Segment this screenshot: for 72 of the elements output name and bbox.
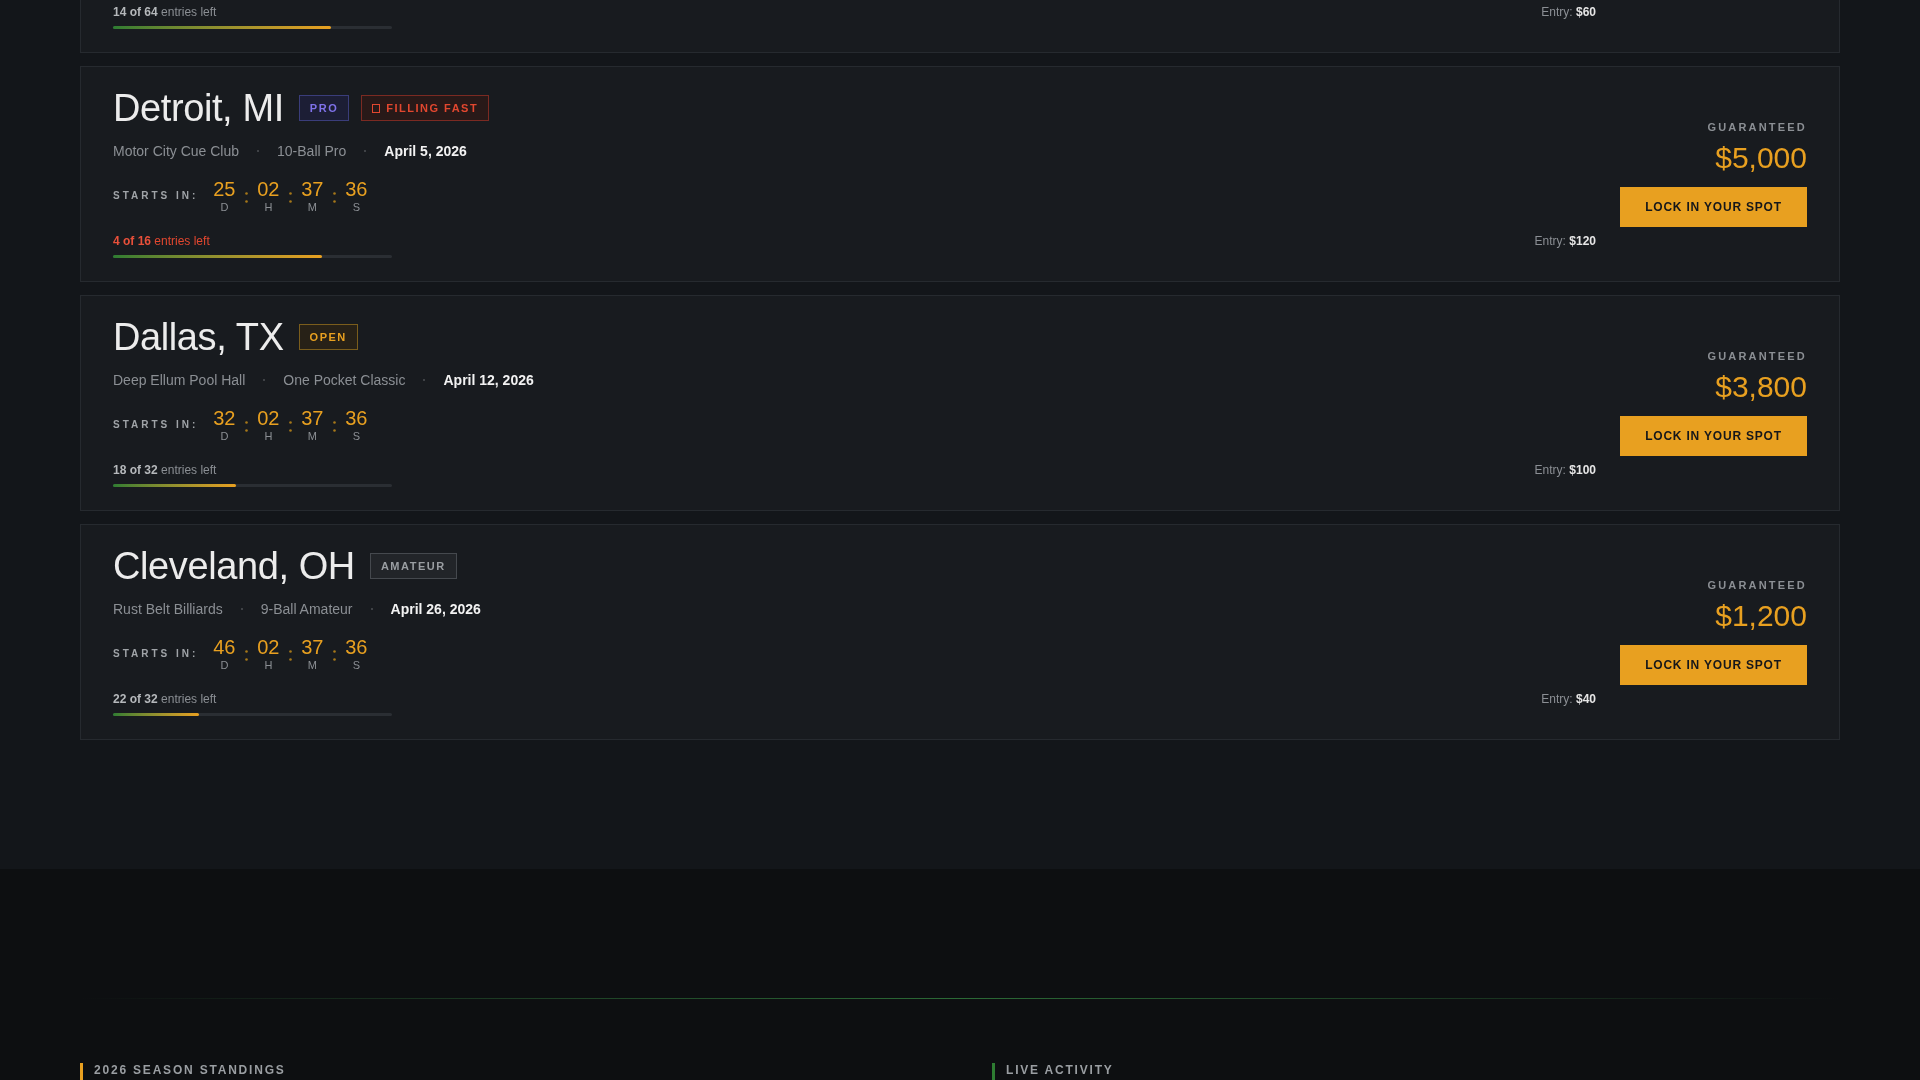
prize-label: GUARANTEED: [1707, 578, 1807, 592]
countdown-unit: D: [220, 431, 229, 442]
game-format: 10-Ball Pro: [277, 142, 347, 161]
colon-icon: [244, 192, 248, 203]
countdown-value: 46: [213, 637, 236, 657]
countdown-value: 25: [213, 179, 236, 199]
countdown-unit: H: [264, 660, 273, 671]
entries-left: 18 of 32 entries left: [113, 462, 218, 478]
event-date: April 5, 2026: [384, 142, 467, 161]
lock-in-button[interactable]: LOCK IN YOUR SPOT: [1620, 187, 1807, 227]
colon-icon: [288, 421, 292, 432]
colon-icon: [288, 650, 292, 661]
countdown-value: 32: [213, 408, 236, 428]
prize-amount: $5,000: [1715, 143, 1807, 173]
colon-icon: [288, 192, 292, 203]
lock-in-button[interactable]: LOCK IN YOUR SPOT: [1620, 416, 1807, 456]
lock-in-button[interactable]: LOCK IN YOUR SPOT: [1620, 645, 1807, 685]
countdown-value: 36: [345, 637, 368, 657]
entry-fee: Entry: $100: [1534, 462, 1596, 478]
status-badge: FILLING FAST: [361, 95, 490, 121]
countdown-value: 36: [345, 179, 368, 199]
entry-fee: Entry: $120: [1534, 233, 1596, 249]
section-heading: 2026 SEASON STANDINGS: [94, 1063, 286, 1077]
countdown-value: 37: [301, 637, 324, 657]
countdown-value: 02: [257, 637, 280, 657]
city-title: Detroit, MI: [113, 89, 284, 127]
prize-amount: $3,800: [1715, 372, 1807, 402]
game-format: One Pocket Classic: [283, 371, 406, 390]
countdown-label: STARTS IN:: [113, 647, 199, 661]
venue-name: Rust Belt Billiards: [113, 600, 223, 619]
countdown-label: STARTS IN:: [113, 189, 199, 203]
section-heading: LIVE ACTIVITY: [1006, 1063, 1114, 1077]
countdown-value: 02: [257, 408, 280, 428]
event-date: April 26, 2026: [390, 600, 481, 619]
event-date: April 12, 2026: [443, 371, 534, 390]
countdown-unit: D: [220, 202, 229, 213]
countdown-value: 36: [345, 408, 368, 428]
venue-name: Motor City Cue Club: [113, 142, 240, 161]
square-icon: [372, 103, 381, 113]
colon-icon: [332, 192, 336, 203]
countdown-unit: H: [264, 431, 273, 442]
game-format: 9-Ball Amateur: [260, 600, 353, 619]
countdown-unit: M: [307, 202, 317, 213]
status-badge: OPEN: [298, 324, 358, 350]
venue-name: Deep Ellum Pool Hall: [113, 371, 246, 390]
entry-fee: Entry: $60: [1541, 4, 1596, 20]
colon-icon: [244, 650, 248, 661]
prize-label: GUARANTEED: [1707, 120, 1807, 134]
prize-label: GUARANTEED: [1707, 349, 1807, 363]
countdown-value: 37: [301, 408, 324, 428]
colon-icon: [332, 650, 336, 661]
status-badge: PRO: [298, 95, 350, 121]
countdown-unit: H: [264, 202, 273, 213]
countdown-unit: S: [352, 431, 361, 442]
countdown-unit: M: [307, 660, 317, 671]
status-badge: AMATEUR: [369, 553, 457, 579]
colon-icon: [332, 421, 336, 432]
entries-left: 4 of 16 entries left: [113, 233, 211, 249]
prize-amount: $1,200: [1715, 601, 1807, 631]
countdown-unit: S: [352, 202, 361, 213]
countdown-unit: S: [352, 660, 361, 671]
colon-icon: [244, 421, 248, 432]
countdown-unit: D: [220, 660, 229, 671]
countdown-value: 02: [257, 179, 280, 199]
city-title: Dallas, TX: [113, 318, 284, 356]
entries-left: 22 of 32 entries left: [113, 691, 218, 707]
entry-fee: Entry: $40: [1541, 691, 1596, 707]
countdown-unit: M: [307, 431, 317, 442]
entries-left: 14 of 64 entries left: [113, 4, 218, 20]
city-title: Cleveland, OH: [113, 547, 355, 585]
countdown-label: STARTS IN:: [113, 418, 199, 432]
countdown-value: 37: [301, 179, 324, 199]
